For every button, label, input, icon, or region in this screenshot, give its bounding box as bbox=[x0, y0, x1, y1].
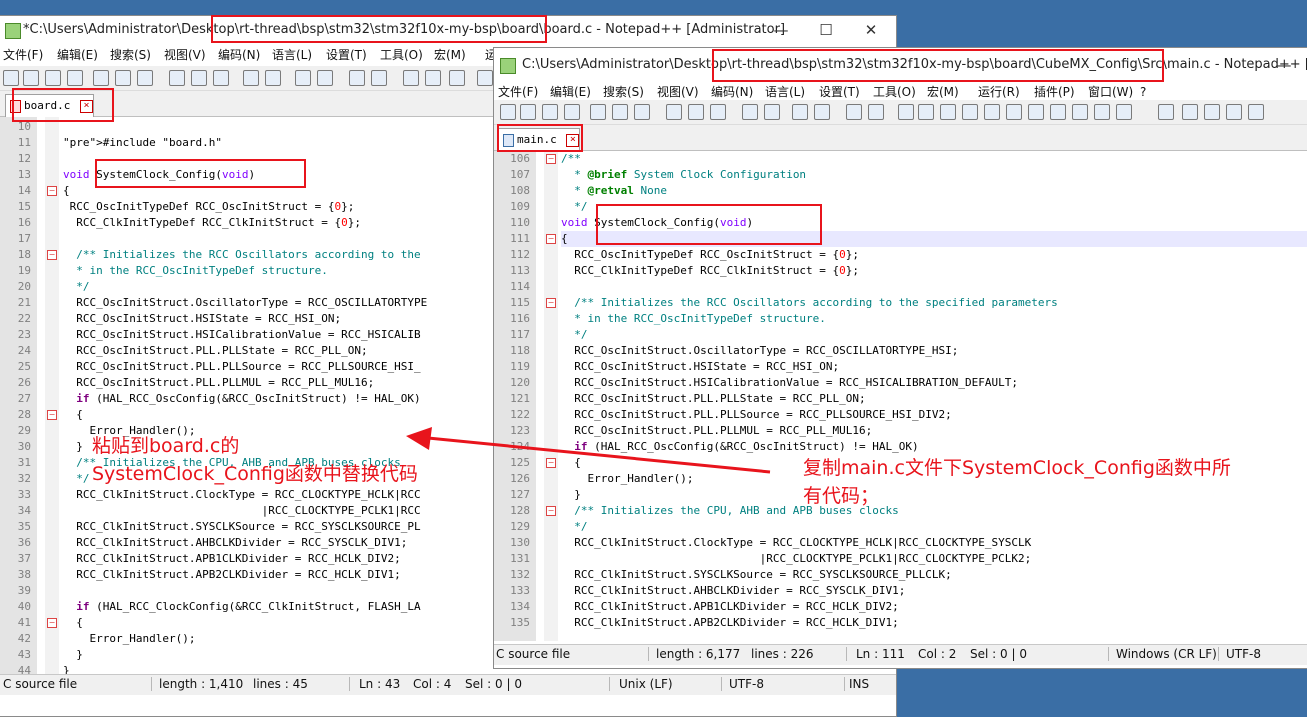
copy-instruction-line2: 有代码； bbox=[803, 485, 880, 507]
paste-instruction-line2: SystemClock_Config函数中替换代码 bbox=[92, 463, 418, 485]
paste-instruction-line1: 粘贴到board.c的 bbox=[92, 435, 240, 457]
arrow-annotation bbox=[406, 427, 771, 474]
copy-instruction-line1: 复制main.c文件下SystemClock_Config函数中所 bbox=[803, 457, 1231, 479]
